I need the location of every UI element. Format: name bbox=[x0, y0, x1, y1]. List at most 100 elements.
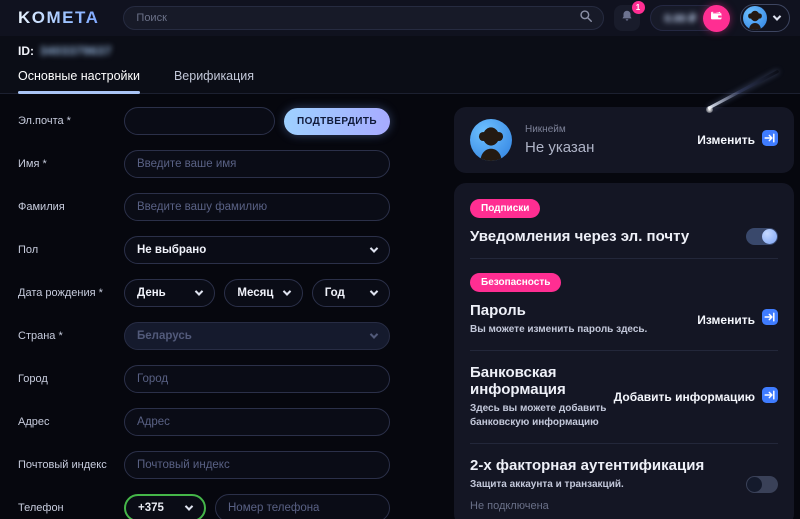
form-row-country: Страна * Беларусь bbox=[18, 322, 390, 350]
arrow-enter-icon bbox=[762, 387, 778, 408]
phone-field[interactable] bbox=[228, 502, 377, 514]
last-name-label: Фамилия bbox=[18, 201, 124, 213]
user-id-row: ID: 3403379637 bbox=[0, 36, 800, 60]
twofa-title: 2-х факторная аутентификация bbox=[470, 457, 704, 474]
notifications-count-badge: 1 bbox=[632, 1, 645, 14]
user-id-label: ID: bbox=[18, 44, 34, 58]
kometa-logo[interactable]: KOMETA bbox=[18, 8, 99, 28]
phone-code-select[interactable]: +375 bbox=[124, 494, 206, 519]
form-row-city: Город bbox=[18, 365, 390, 393]
form-row-postal-code: Почтовый индекс bbox=[18, 451, 390, 479]
password-row: Пароль Вы можете изменить пароль здесь. … bbox=[470, 302, 778, 337]
birth-day-select[interactable]: День bbox=[124, 279, 215, 307]
add-bank-info-button[interactable]: Добавить информацию bbox=[614, 387, 778, 408]
postal-code-field[interactable] bbox=[137, 459, 377, 471]
postal-code-field-wrap bbox=[124, 451, 390, 479]
wallet-icon bbox=[710, 9, 723, 27]
postal-code-label: Почтовый индекс bbox=[18, 459, 124, 471]
form-row-gender: Пол Не выбрано bbox=[18, 236, 390, 264]
last-name-field[interactable] bbox=[137, 201, 377, 213]
chevron-down-icon bbox=[195, 287, 203, 295]
search-bar[interactable] bbox=[123, 6, 603, 30]
form-row-phone: Телефон +375 bbox=[18, 494, 390, 519]
birth-day-value: День bbox=[137, 287, 166, 299]
email-notifications-row: Уведомления через эл. почту bbox=[470, 228, 778, 245]
birth-month-select[interactable]: Месяц bbox=[224, 279, 302, 307]
email-field[interactable] bbox=[137, 115, 262, 127]
last-name-field-wrap bbox=[124, 193, 390, 221]
twofa-toggle[interactable] bbox=[746, 476, 778, 493]
city-field[interactable] bbox=[137, 373, 377, 385]
phone-field-wrap bbox=[215, 494, 390, 519]
email-label: Эл.почта * bbox=[18, 115, 124, 127]
first-name-field[interactable] bbox=[137, 158, 377, 170]
avatar bbox=[743, 6, 767, 30]
chevron-down-icon bbox=[282, 287, 290, 295]
gender-label: Пол bbox=[18, 244, 124, 256]
subscriptions-badge: Подписки bbox=[470, 199, 540, 218]
birth-year-select[interactable]: Год bbox=[312, 279, 390, 307]
search-icon[interactable] bbox=[579, 9, 593, 28]
security-badge: Безопасность bbox=[470, 273, 561, 292]
chevron-down-icon bbox=[185, 502, 193, 510]
country-label: Страна * bbox=[18, 330, 124, 342]
app-header: KOMETA 1 0.00 ₽ bbox=[0, 0, 800, 36]
arrow-enter-icon bbox=[762, 309, 778, 330]
password-title: Пароль bbox=[470, 302, 647, 319]
email-notifications-label: Уведомления через эл. почту bbox=[470, 228, 689, 245]
divider bbox=[470, 350, 778, 351]
gender-select[interactable]: Не выбрано bbox=[124, 236, 390, 264]
confirm-email-button[interactable]: ПОДТВЕРДИТЬ bbox=[284, 108, 390, 135]
chevron-down-icon bbox=[370, 287, 378, 295]
form-row-last-name: Фамилия bbox=[18, 193, 390, 221]
form-row-first-name: Имя * bbox=[18, 150, 390, 178]
chevron-down-icon bbox=[773, 12, 781, 20]
wallet-button[interactable] bbox=[703, 5, 730, 32]
country-select: Беларусь bbox=[124, 322, 390, 350]
tab-main-settings[interactable]: Основные настройки bbox=[18, 60, 140, 93]
header-actions: 1 0.00 ₽ bbox=[614, 4, 790, 32]
gender-select-value: Не выбрано bbox=[137, 244, 206, 256]
form-row-email: Эл.почта * ПОДТВЕРДИТЬ bbox=[18, 107, 390, 135]
profile-menu-button[interactable] bbox=[740, 4, 790, 32]
twofa-status: Не подключена bbox=[470, 500, 704, 512]
first-name-field-wrap bbox=[124, 150, 390, 178]
add-bank-info-label: Добавить информацию bbox=[614, 390, 755, 404]
password-subtitle: Вы можете изменить пароль здесь. bbox=[470, 323, 647, 337]
nickname-value: Не указан bbox=[525, 139, 594, 156]
user-id-value-blurred: 3403379637 bbox=[40, 44, 112, 58]
settings-tabs: Основные настройки Верификация bbox=[0, 60, 800, 94]
email-notifications-toggle[interactable] bbox=[746, 228, 778, 245]
account-panel: Никнейм Не указан Изменить Подписки Увед… bbox=[454, 107, 794, 519]
main-content: Эл.почта * ПОДТВЕРДИТЬ Имя * Фамилия bbox=[0, 94, 800, 519]
bank-info-row: Банковская информация Здесь вы можете до… bbox=[470, 364, 778, 430]
balance-value-blurred: 0.00 ₽ bbox=[665, 12, 696, 25]
phone-label: Телефон bbox=[18, 502, 124, 514]
page-subheader: ID: 3403379637 Основные настройки Верифи… bbox=[0, 36, 800, 94]
edit-nickname-button[interactable]: Изменить bbox=[697, 130, 778, 151]
settings-card: Подписки Уведомления через эл. почту Без… bbox=[454, 183, 794, 519]
first-name-label: Имя * bbox=[18, 158, 124, 170]
wallet-area: 0.00 ₽ bbox=[650, 5, 730, 32]
divider bbox=[470, 258, 778, 259]
city-field-wrap bbox=[124, 365, 390, 393]
profile-form: Эл.почта * ПОДТВЕРДИТЬ Имя * Фамилия bbox=[18, 107, 390, 519]
nickname-label: Никнейм bbox=[525, 124, 594, 135]
address-field[interactable] bbox=[137, 416, 377, 428]
notifications-button[interactable]: 1 bbox=[614, 5, 640, 31]
change-password-label: Изменить bbox=[697, 313, 755, 327]
email-field-wrap bbox=[124, 107, 275, 135]
tab-verification[interactable]: Верификация bbox=[174, 60, 254, 93]
divider bbox=[470, 443, 778, 444]
edit-nickname-label: Изменить bbox=[697, 133, 755, 147]
change-password-button[interactable]: Изменить bbox=[697, 309, 778, 330]
search-input[interactable] bbox=[136, 12, 578, 24]
bank-info-title: Банковская информация bbox=[470, 364, 614, 398]
nickname-card: Никнейм Не указан Изменить bbox=[454, 107, 794, 173]
twofa-row: 2-х факторная аутентификация Защита акка… bbox=[470, 457, 778, 512]
bank-info-subtitle: Здесь вы можете добавить банковскую инфо… bbox=[470, 402, 614, 430]
form-row-address: Адрес bbox=[18, 408, 390, 436]
address-label: Адрес bbox=[18, 416, 124, 428]
country-select-value: Беларусь bbox=[137, 330, 192, 342]
chevron-down-icon bbox=[370, 244, 378, 252]
